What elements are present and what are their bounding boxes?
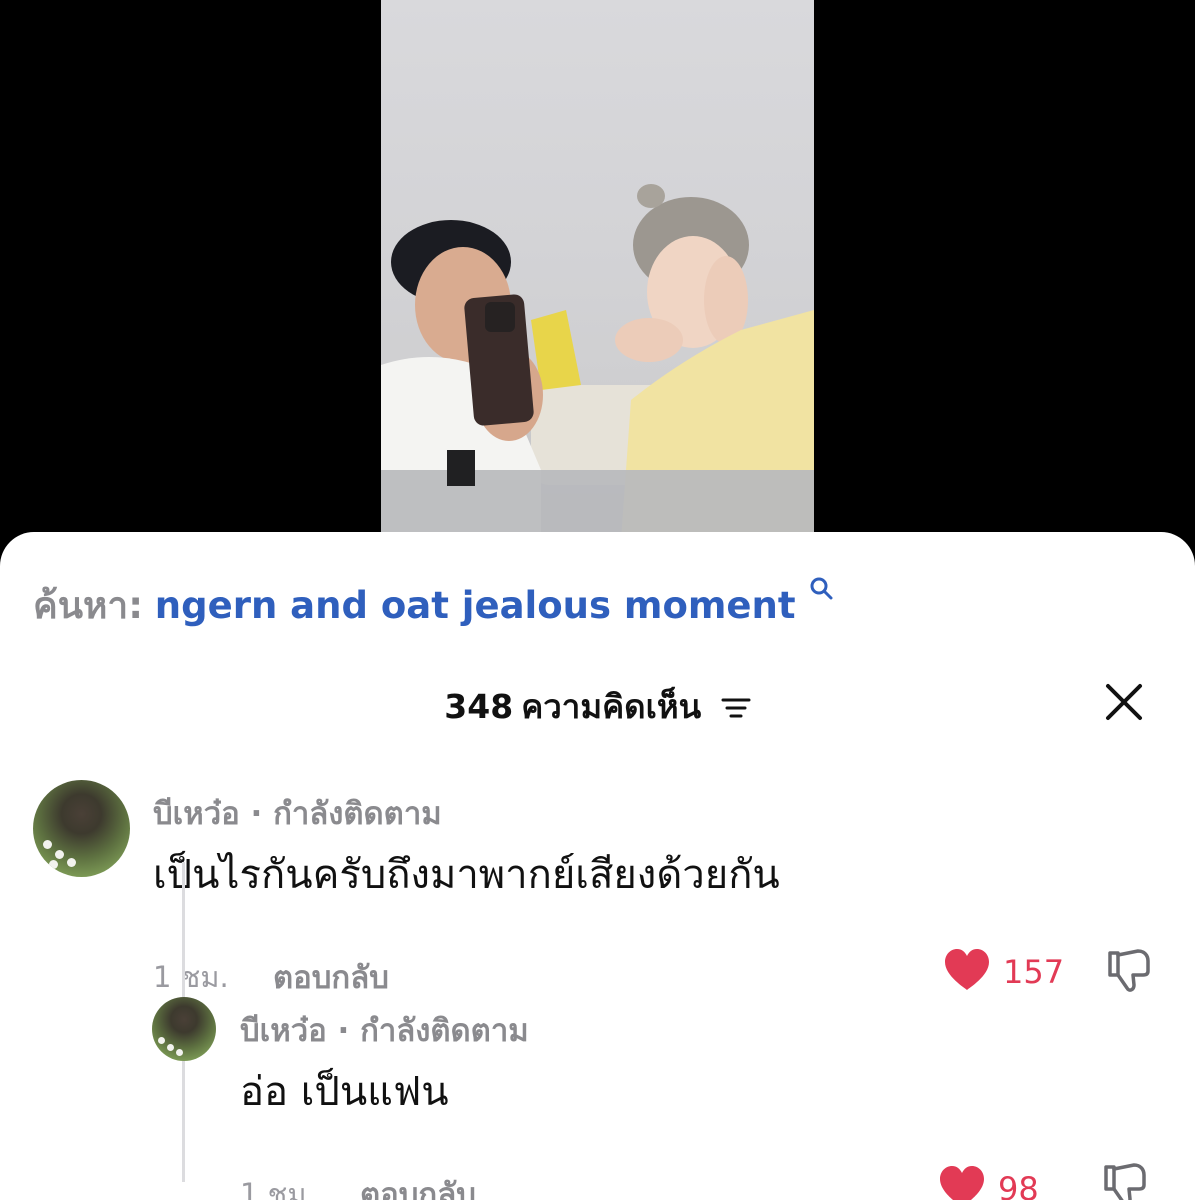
dislike-icon[interactable] — [1104, 945, 1154, 999]
comments-sheet: ค้นหา: ngern and oat jealous moment 348 ค… — [0, 532, 1195, 1200]
comments-count: 348 — [444, 687, 514, 726]
heart-icon[interactable] — [943, 948, 991, 996]
comments-count-header: 348 ความคิดเห็น — [0, 680, 1195, 733]
avatar[interactable] — [152, 997, 216, 1061]
search-prefix: ค้นหา: — [33, 584, 144, 627]
video-player[interactable] — [0, 0, 1195, 560]
like-count: 157 — [1003, 953, 1065, 991]
comment-meta: บีเหว๋อ · กำลังติดตาม — [153, 788, 442, 838]
meta-separator: · — [250, 796, 274, 832]
reply-item: บีเหว๋อ · กำลังติดตาม อ่อ เป็นแฟน 1 ชม. … — [0, 997, 1195, 1200]
comment-time: 1 ชม. — [153, 960, 229, 994]
reply-button[interactable]: ตอบกลับ — [360, 1169, 476, 1200]
filter-icon[interactable] — [721, 689, 751, 728]
comment-time: 1 ชม. — [240, 1177, 316, 1200]
reply-button[interactable]: ตอบกลับ — [273, 952, 389, 1002]
search-query-link[interactable]: ngern and oat jealous moment — [155, 584, 796, 627]
close-button[interactable] — [1104, 682, 1144, 722]
heart-icon[interactable] — [938, 1165, 986, 1200]
meta-separator: · — [337, 1013, 361, 1049]
username[interactable]: บีเหว๋อ — [240, 1013, 327, 1049]
comment-meta: บีเหว๋อ · กำลังติดตาม — [240, 1005, 529, 1055]
close-icon[interactable] — [1104, 682, 1144, 722]
video-content-image — [381, 184, 814, 540]
username[interactable]: บีเหว๋อ — [153, 796, 240, 832]
like-count: 98 — [998, 1170, 1039, 1200]
follow-status: กำลังติดตาม — [360, 1013, 529, 1049]
comments-label: ความคิดเห็น — [521, 687, 702, 726]
search-icon[interactable] — [809, 566, 833, 609]
comment-text: อ่อ เป็นแฟน — [240, 1069, 449, 1115]
follow-status: กำลังติดตาม — [273, 796, 442, 832]
search-suggestion[interactable]: ค้นหา: ngern and oat jealous moment — [33, 576, 833, 635]
video-frame — [381, 0, 814, 540]
avatar[interactable] — [33, 780, 130, 877]
comment-item: บีเหว๋อ · กำลังติดตาม เป็นไรกันครับถึงมา… — [0, 780, 1195, 996]
comment-text: เป็นไรกันครับถึงมาพากย์เสียงด้วยกัน — [153, 852, 780, 898]
dislike-icon[interactable] — [1100, 1159, 1150, 1200]
